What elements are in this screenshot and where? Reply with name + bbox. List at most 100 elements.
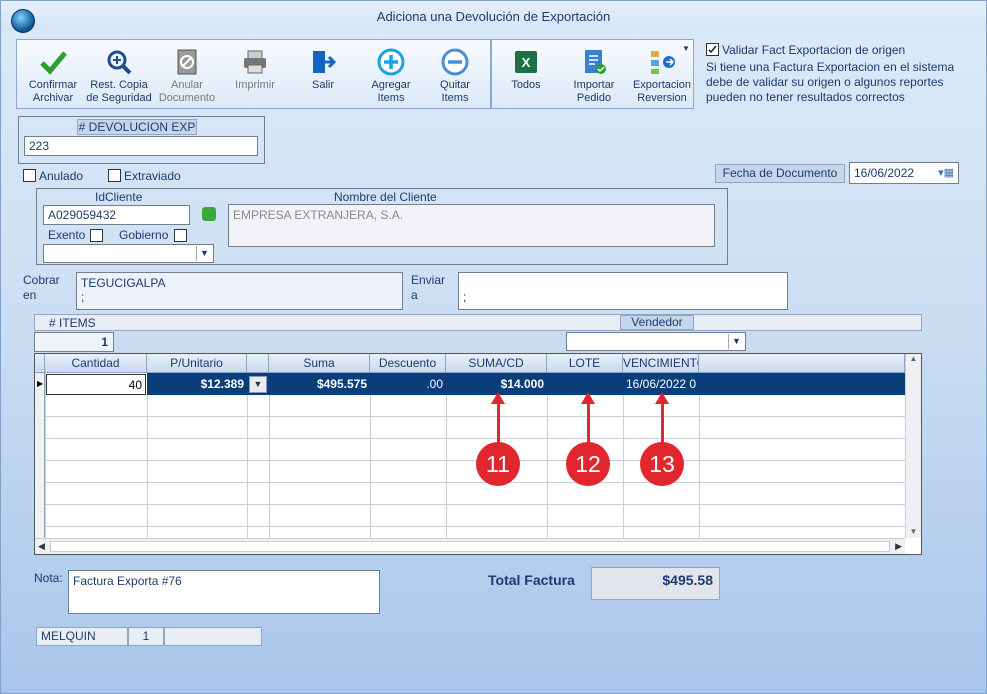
chevron-down-icon[interactable]: ▼ (728, 334, 744, 349)
cobrar-field[interactable]: TEGUCIGALPA ; (76, 272, 403, 310)
calendar-icon[interactable]: ▾▦ (938, 166, 954, 179)
col-descuento[interactable]: Descuento (370, 354, 446, 373)
col-cantidad[interactable]: Cantidad (45, 354, 147, 373)
scroll-thumb[interactable] (50, 541, 890, 552)
print-label: Imprimir (235, 79, 275, 91)
footer-extra (164, 627, 262, 646)
validate-ok-icon[interactable] (202, 207, 216, 221)
void-document-button[interactable]: Anular Documento (153, 40, 221, 108)
scroll-up-icon[interactable]: ▲ (906, 354, 921, 363)
vertical-scrollbar[interactable]: ▲ ▼ (905, 354, 921, 538)
chevron-down-icon[interactable]: ▼ (249, 376, 267, 393)
vendedor-label: Vendedor (620, 315, 694, 330)
cell-unitario[interactable]: $12.389 (147, 374, 247, 395)
exit-label: Salir (311, 79, 334, 91)
scroll-right-icon[interactable]: ▶ (895, 541, 902, 552)
client-name-label: Nombre del Cliente (334, 190, 437, 204)
exit-button[interactable]: Salir (289, 40, 357, 108)
row-selector: ▶ (35, 373, 45, 541)
col-unitario[interactable]: P/Unitario (147, 354, 247, 373)
exento-label: Exento (48, 228, 86, 242)
exento-checkbox[interactable] (90, 229, 103, 242)
void-document-icon (177, 49, 197, 75)
horizontal-scrollbar[interactable]: ◀ ▶ (35, 538, 905, 554)
callout-arrow (497, 403, 500, 443)
enviar-label: Enviar a (411, 273, 446, 302)
client-panel: IdCliente A029059432 Nombre del Cliente … (36, 188, 728, 265)
items-bar: # ITEMS Vendedor (34, 314, 922, 331)
void-label: Anular Documento (158, 79, 216, 104)
items-label: # ITEMS (49, 316, 96, 330)
export-reversal-label: Exportacion Reversion (632, 79, 692, 104)
items-count: 1 (34, 332, 114, 352)
extraviado-checkbox[interactable] (108, 169, 121, 182)
col-suma[interactable]: Suma (269, 354, 370, 373)
col-blank[interactable] (247, 354, 269, 373)
cell-cantidad[interactable]: 40 (46, 374, 146, 395)
col-sumacd[interactable]: SUMA/CD (446, 354, 547, 373)
minus-circle-icon (441, 48, 469, 76)
client-id-field[interactable]: A029059432 (43, 205, 190, 225)
date-label: Fecha de Documento (715, 164, 845, 183)
callout-11: 11 (476, 442, 520, 486)
doc-number-panel: # DEVOLUCION EXP 223 (18, 116, 265, 164)
col-lote[interactable]: LOTE (547, 354, 623, 373)
title-bar: Adiciona una Devolución de Exportación (1, 1, 986, 33)
print-button[interactable]: Imprimir (221, 40, 289, 108)
main-window: Adiciona una Devolución de Exportación C… (0, 0, 987, 694)
dropdown-arrow-icon[interactable]: ▼ (682, 44, 690, 53)
doc-number-field[interactable]: 223 (24, 136, 258, 156)
all-label: Todos (511, 79, 541, 91)
enviar-field[interactable]: ; (458, 272, 788, 310)
exit-door-icon (313, 51, 337, 73)
gobierno-checkbox[interactable] (174, 229, 187, 242)
cell-descuento[interactable]: .00 (370, 374, 446, 395)
row-header-corner (35, 354, 45, 373)
import-order-button[interactable]: Importar Pedido (560, 40, 628, 108)
confirm-label: Confirmar Archivar (28, 79, 78, 104)
remove-items-button[interactable]: Quitar Items (421, 40, 489, 108)
add-items-button[interactable]: Agregar Items (357, 40, 425, 108)
confirm-button[interactable]: Confirmar Archivar (19, 40, 87, 108)
flowchart-icon (651, 51, 675, 74)
cobrar-label: Cobrar en (23, 273, 60, 302)
doc-number-header: # DEVOLUCION EXP (77, 119, 197, 135)
col-vencimiento[interactable]: VENCIMIENTO (623, 354, 699, 373)
all-button[interactable]: X Todos (492, 40, 560, 108)
check-icon (708, 45, 717, 54)
checkmark-icon (40, 51, 67, 75)
client-type-select[interactable]: ▼ (43, 244, 214, 263)
gobierno-label: Gobierno (119, 228, 169, 242)
cell-suma[interactable]: $495.575 (269, 374, 370, 395)
import-order-label: Importar Pedido (573, 79, 615, 104)
validate-checkbox[interactable] (706, 43, 719, 56)
nota-field[interactable]: Factura Exporta #76 (68, 570, 380, 614)
magnify-plus-icon (107, 50, 132, 75)
client-name-field[interactable]: EMPRESA EXTRANJERA, S.A. (228, 204, 715, 247)
total-label: Total Factura (488, 572, 575, 588)
col-filler (699, 354, 905, 373)
printer-icon (244, 50, 266, 74)
anulado-checkbox[interactable] (23, 169, 36, 182)
vendedor-select[interactable]: ▼ (566, 332, 746, 351)
anulado-label: Anulado (39, 169, 84, 183)
excel-icon: X (515, 51, 537, 73)
restore-backup-button[interactable]: Rest. Copia de Seguridad (85, 40, 153, 108)
plus-circle-icon (377, 48, 405, 76)
toolbar-main: Confirmar Archivar Rest. Copia de Seguri… (16, 39, 491, 109)
add-items-label: Agregar Items (371, 79, 411, 104)
total-value: $495.58 (591, 567, 720, 600)
callout-arrow (587, 403, 590, 443)
callout-12: 12 (566, 442, 610, 486)
toolbar-export: X Todos Importar Pedido Exportacion Reve… (491, 39, 694, 109)
import-document-icon (585, 50, 606, 74)
chevron-down-icon[interactable]: ▼ (196, 246, 212, 261)
callout-13: 13 (640, 442, 684, 486)
svg-text:X: X (522, 55, 531, 70)
scroll-left-icon[interactable]: ◀ (38, 541, 45, 552)
scroll-down-icon[interactable]: ▼ (906, 527, 921, 536)
extraviado-label: Extraviado (124, 169, 181, 183)
date-picker[interactable]: 16/06/2022 ▾▦ (849, 162, 959, 184)
date-value: 16/06/2022 (854, 166, 915, 180)
footer-number: 1 (128, 627, 164, 646)
